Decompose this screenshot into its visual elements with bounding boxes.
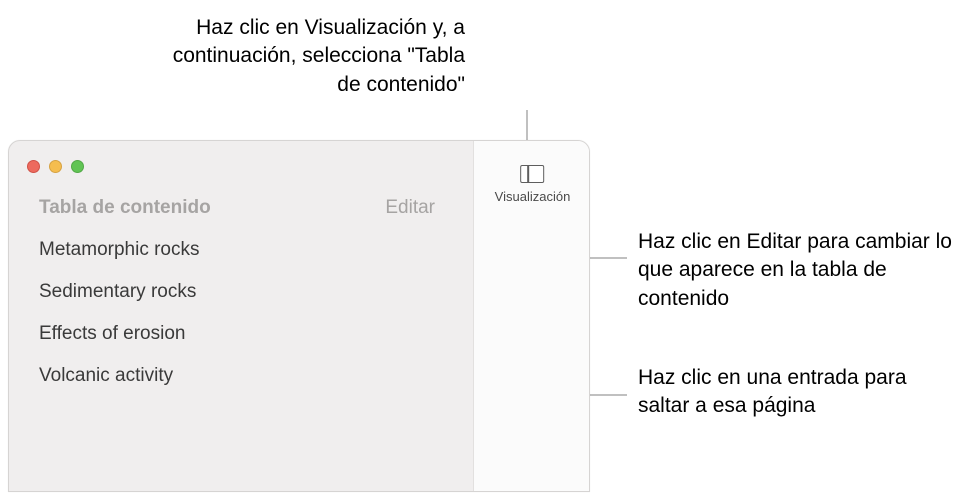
callout-view-instruction: Haz clic en Visualización y, a continuac… xyxy=(165,14,465,99)
toc-list: Metamorphic rocks Sedimentary rocks Effe… xyxy=(9,225,473,397)
view-toolbar-label: Visualización xyxy=(495,189,571,204)
toolbar-panel: Visualización xyxy=(473,141,590,491)
app-window: Tabla de contenido Editar Metamorphic ro… xyxy=(8,140,590,492)
zoom-window-icon[interactable] xyxy=(71,160,84,173)
callout-edit-instruction: Haz clic en Editar para cambiar lo que a… xyxy=(638,228,958,313)
toc-item[interactable]: Volcanic activity xyxy=(39,355,443,397)
toc-title: Tabla de contenido xyxy=(39,197,211,219)
toc-header: Tabla de contenido Editar xyxy=(9,191,473,225)
toc-item[interactable]: Sedimentary rocks xyxy=(39,271,443,313)
close-window-icon[interactable] xyxy=(27,160,40,173)
view-toolbar-button[interactable]: Visualización xyxy=(495,165,571,204)
sidebar-icon xyxy=(520,165,544,183)
toc-sidebar: Tabla de contenido Editar Metamorphic ro… xyxy=(9,191,473,491)
toc-item[interactable]: Effects of erosion xyxy=(39,313,443,355)
toc-edit-button[interactable]: Editar xyxy=(385,197,443,219)
toc-item[interactable]: Metamorphic rocks xyxy=(39,229,443,271)
callout-entry-instruction: Haz clic en una entrada para saltar a es… xyxy=(638,364,948,421)
minimize-window-icon[interactable] xyxy=(49,160,62,173)
